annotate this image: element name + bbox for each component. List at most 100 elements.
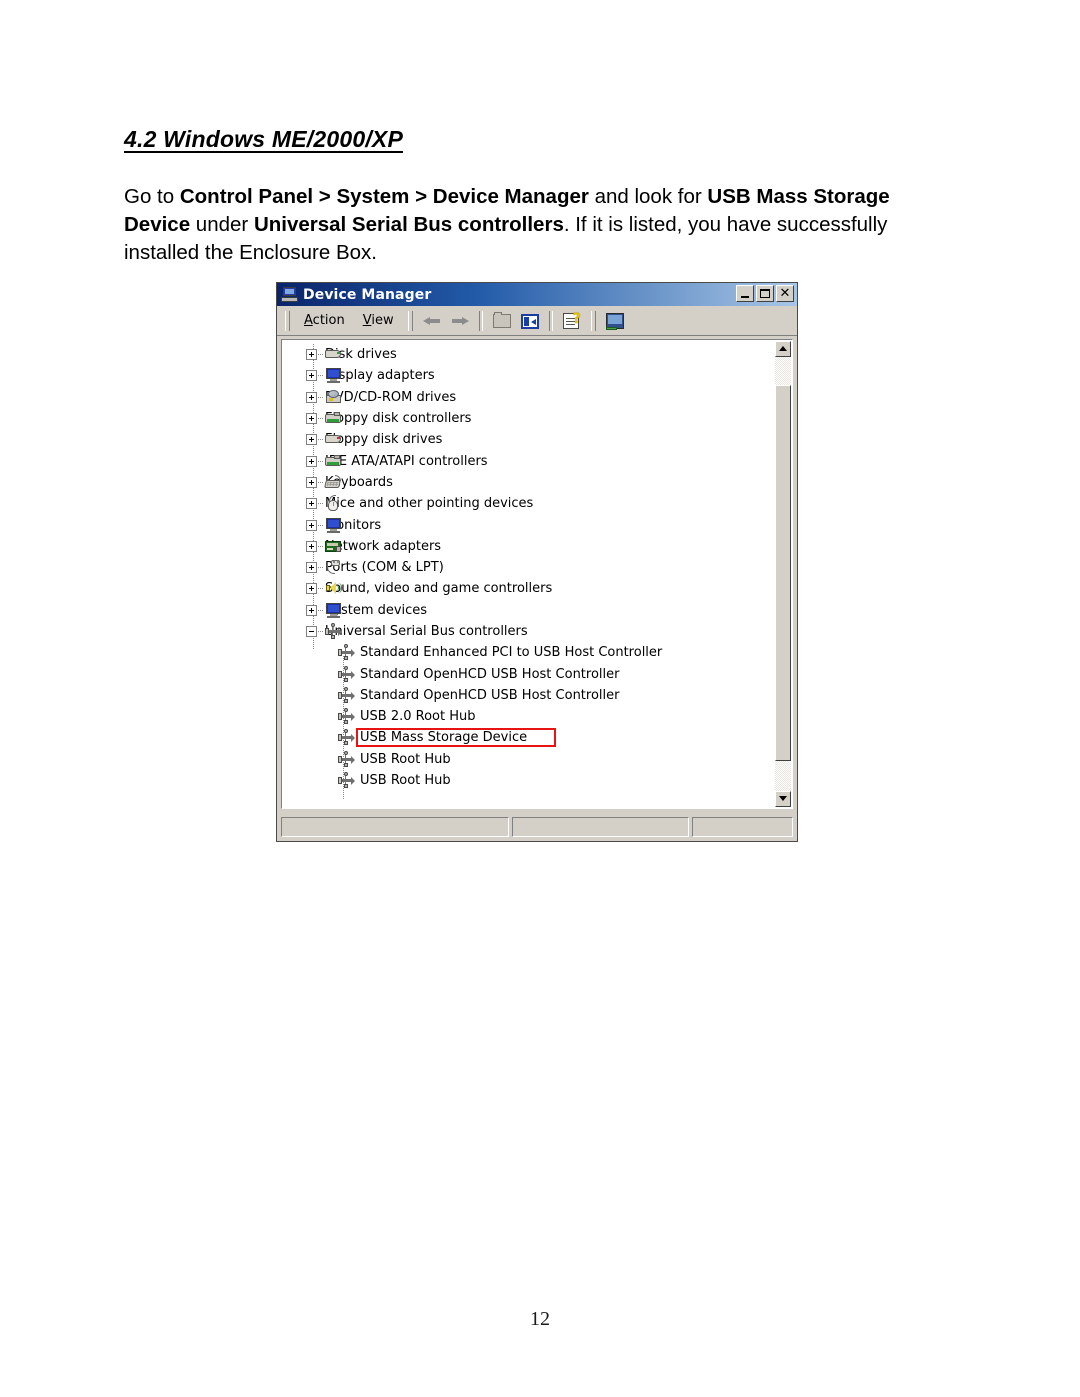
tree-item-disk-drives[interactable]: Disk drives <box>282 344 775 365</box>
tree-connector-line <box>318 609 324 611</box>
paragraph-segment-2: and look for <box>588 185 708 208</box>
tree-child-item-standard-openhcd-usb-host-controller[interactable]: Standard OpenHCD USB Host Controller <box>282 663 775 684</box>
tree-connector-line <box>318 545 324 547</box>
scan-for-hardware-changes-icon[interactable] <box>603 309 627 332</box>
tree-item-ide-ata-atapi-controllers[interactable]: IDE ATA/ATAPI controllers <box>282 450 775 471</box>
tree-connector-line <box>318 375 324 377</box>
tree-connector-line <box>318 524 324 526</box>
expand-expander-icon[interactable] <box>306 540 317 552</box>
usb-icon <box>325 623 342 640</box>
tree-item-label: Sound, video and game controllers <box>325 581 553 597</box>
expand-expander-icon[interactable] <box>306 583 317 595</box>
expand-expander-icon[interactable] <box>306 476 317 488</box>
tree-connector-line <box>318 418 324 420</box>
scrollbar-thumb[interactable] <box>775 385 791 761</box>
show-hidden-devices-icon[interactable] <box>490 309 514 332</box>
tree-child-item-label: Standard OpenHCD USB Host Controller <box>360 687 620 703</box>
forward-arrow-icon[interactable] <box>448 309 472 332</box>
close-button[interactable]: ✕ <box>776 285 794 302</box>
paragraph-segment-3: under <box>190 213 254 236</box>
menu-view[interactable]: View <box>354 311 403 330</box>
tree-item-floppy-disk-drives[interactable]: Floppy disk drives <box>282 429 775 450</box>
tree-child-item-usb-root-hub[interactable]: USB Root Hub <box>282 749 775 770</box>
window-controls: ✕ <box>736 285 794 302</box>
scroll-down-button[interactable] <box>775 791 791 807</box>
network-card-icon <box>325 538 342 555</box>
tree-connector-line <box>318 481 324 483</box>
tree-item-mice-and-other-pointing-devices[interactable]: Mice and other pointing devices <box>282 493 775 514</box>
toolbar-separator-1 <box>478 310 483 331</box>
tree-connector-line <box>318 439 324 441</box>
status-pane-3 <box>692 817 793 837</box>
tree-item-label: Mice and other pointing devices <box>325 496 534 512</box>
expand-expander-icon[interactable] <box>306 562 317 574</box>
tree-item-display-adapters[interactable]: Display adapters <box>282 365 775 386</box>
help-icon[interactable]: ? <box>560 309 584 332</box>
toolbar-grip-2[interactable] <box>407 310 413 331</box>
port-plug-icon <box>325 559 342 576</box>
tree-child-item-standard-openhcd-usb-host-controller[interactable]: Standard OpenHCD USB Host Controller <box>282 685 775 706</box>
tree-connector-line <box>318 503 324 505</box>
tree-child-item-usb-mass-storage-device[interactable]: USB Mass Storage Device <box>282 727 775 748</box>
status-pane-1 <box>281 817 509 837</box>
tree-child-item-label: USB Mass Storage Device <box>360 730 528 746</box>
expand-expander-icon[interactable] <box>306 413 317 425</box>
keyboard-icon <box>324 474 342 491</box>
tree-item-label: Universal Serial Bus controllers <box>325 624 528 639</box>
controller-card-icon <box>325 410 342 427</box>
tree-child-item-standard-enhanced-pci-to-usb-host-controller[interactable]: Standard Enhanced PCI to USB Host Contro… <box>282 642 775 663</box>
tree-connector-line <box>318 631 324 632</box>
tree-connector-line <box>318 588 324 590</box>
speaker-icon <box>325 580 342 597</box>
tree-child-item-label: USB Root Hub <box>360 773 451 789</box>
tree-child-item-label: USB Root Hub <box>360 751 451 767</box>
menu-action[interactable]: Action <box>295 311 354 330</box>
status-pane-2 <box>512 817 689 837</box>
tree-item-network-adapters[interactable]: Network adapters <box>282 536 775 557</box>
usb-icon <box>338 772 355 789</box>
tree-item-sound-video-and-game-controllers[interactable]: Sound, video and game controllers <box>282 578 775 599</box>
usb-icon <box>338 708 355 725</box>
tree-item-universal-serial-bus-controllers[interactable]: Universal Serial Bus controllers <box>282 621 775 642</box>
toolbar-separator-2 <box>548 310 553 331</box>
device-tree-body: Disk drives Display adapters DVD/CD-ROM dr… <box>281 339 793 809</box>
toolbar-grip[interactable] <box>285 310 290 331</box>
maximize-button[interactable] <box>756 285 774 302</box>
tree-root-container: Disk drives Display adapters DVD/CD-ROM dr… <box>282 344 775 642</box>
expand-expander-icon[interactable] <box>306 604 317 616</box>
back-arrow-icon[interactable] <box>420 309 444 332</box>
tree-child-item-label: USB 2.0 Root Hub <box>360 709 476 725</box>
expand-expander-icon[interactable] <box>306 349 317 361</box>
section-heading: 4.2 Windows ME/2000/XP <box>124 126 404 152</box>
expand-expander-icon[interactable] <box>306 455 317 467</box>
tree-child-item-usb-root-hub[interactable]: USB Root Hub <box>282 770 775 791</box>
tree-child-item-usb-2-0-root-hub[interactable]: USB 2.0 Root Hub <box>282 706 775 727</box>
tree-item-keyboards[interactable]: Keyboards <box>282 472 775 493</box>
paragraph-bold-category: Universal Serial Bus controllers <box>253 213 564 236</box>
properties-icon[interactable] <box>518 309 542 332</box>
scroll-up-button[interactable] <box>775 341 791 357</box>
expand-expander-icon[interactable] <box>306 498 317 510</box>
expand-expander-icon[interactable] <box>306 370 317 382</box>
tree-item-system-devices[interactable]: System devices <box>282 600 775 621</box>
toolbar-grip-3[interactable] <box>590 310 596 331</box>
vertical-scrollbar[interactable] <box>775 341 791 807</box>
tree-connector-line <box>318 567 324 569</box>
expand-expander-icon[interactable] <box>306 519 317 531</box>
window-toolbar: Action View ? <box>277 306 797 336</box>
tree-item-monitors[interactable]: Monitors <box>282 514 775 535</box>
minimize-button[interactable] <box>736 285 754 302</box>
expand-expander-icon[interactable] <box>306 434 317 446</box>
usb-icon <box>338 686 355 704</box>
tree-child-item-label: Standard Enhanced PCI to USB Host Contro… <box>360 645 663 661</box>
expand-expander-icon[interactable] <box>306 391 317 403</box>
page-number: 12 <box>530 1308 550 1330</box>
tree-item-label: DVD/CD-ROM drives <box>325 389 457 405</box>
window-titlebar[interactable]: Device Manager ✕ <box>277 283 797 306</box>
device-tree-pane[interactable]: Disk drives Display adapters DVD/CD-ROM dr… <box>281 339 793 809</box>
tree-item-floppy-disk-controllers[interactable]: Floppy disk controllers <box>282 408 775 429</box>
collapse-expander-icon[interactable] <box>306 626 317 637</box>
tree-item-dvd-cd-rom-drives[interactable]: DVD/CD-ROM drives <box>282 387 775 408</box>
floppy-drive-icon <box>325 431 342 448</box>
tree-item-ports-com-lpt[interactable]: Ports (COM & LPT) <box>282 557 775 578</box>
